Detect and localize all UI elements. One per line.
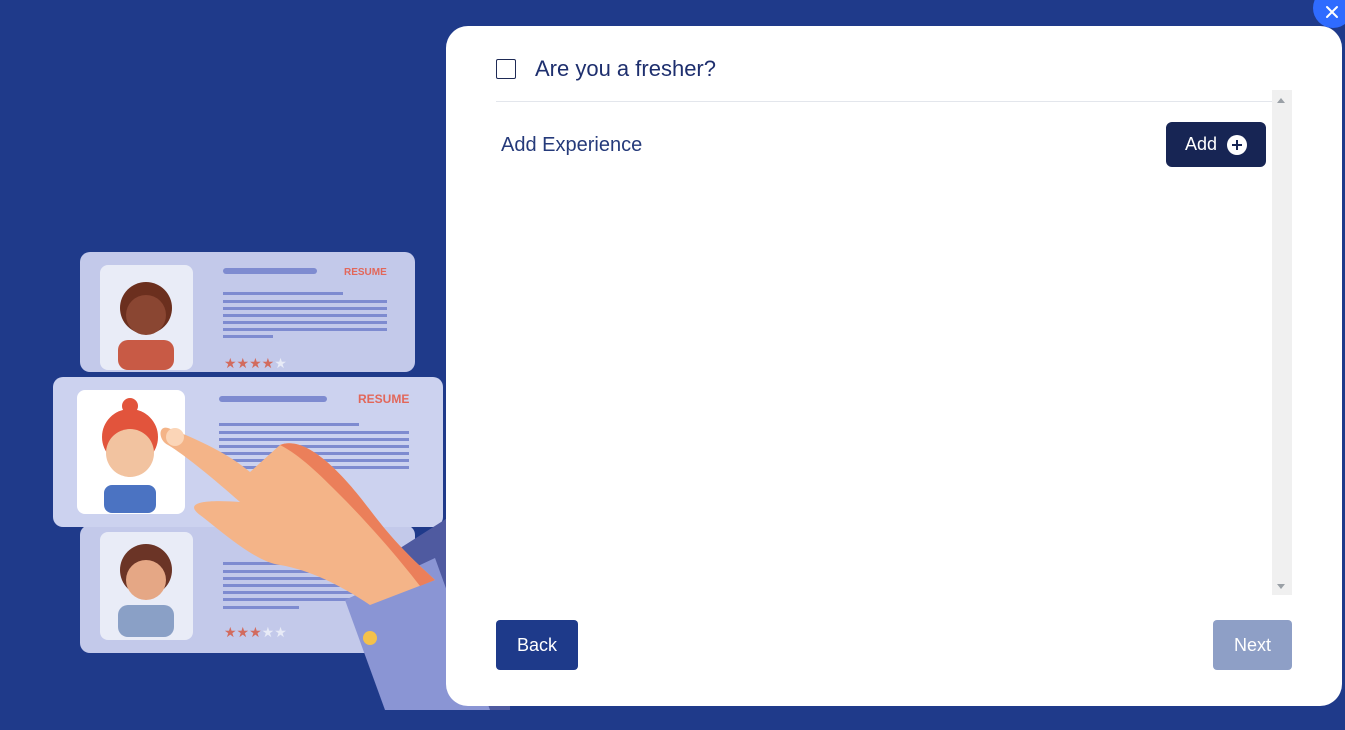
experience-scroll-area[interactable]: Add Experience Add [496,90,1292,595]
experience-panel: Are you a fresher? Add Experience Add Ba… [446,26,1342,706]
add-experience-label: Add Experience [501,134,643,156]
add-button-label: Add [1184,134,1218,154]
add-experience-button[interactable]: Add [1166,122,1266,167]
fresher-row: Are you a fresher? [496,56,716,82]
star-rating-3: ★★★★★ [224,625,287,641]
scroll-down-arrow-icon[interactable] [1277,584,1285,589]
next-button[interactable]: Next [1213,620,1292,670]
resume-card-1: RESUME ★★★★★ [80,252,415,372]
back-button[interactable]: Back [496,620,578,670]
plus-circle-icon [1227,134,1248,155]
resume-selection-illustration: RESUME ★★★★★ ★★★★★ RESUME [53,252,510,710]
close-icon [1326,6,1338,18]
vertical-scrollbar[interactable] [1272,90,1292,595]
scroll-up-arrow-icon[interactable] [1277,98,1285,103]
star-rating-1: ★★★★★ [224,356,287,372]
resume-label-1: RESUME [344,267,387,278]
fresher-label: Are you a fresher? [535,56,716,81]
resume-label-2: RESUME [358,392,409,406]
fresher-checkbox[interactable] [496,59,516,79]
